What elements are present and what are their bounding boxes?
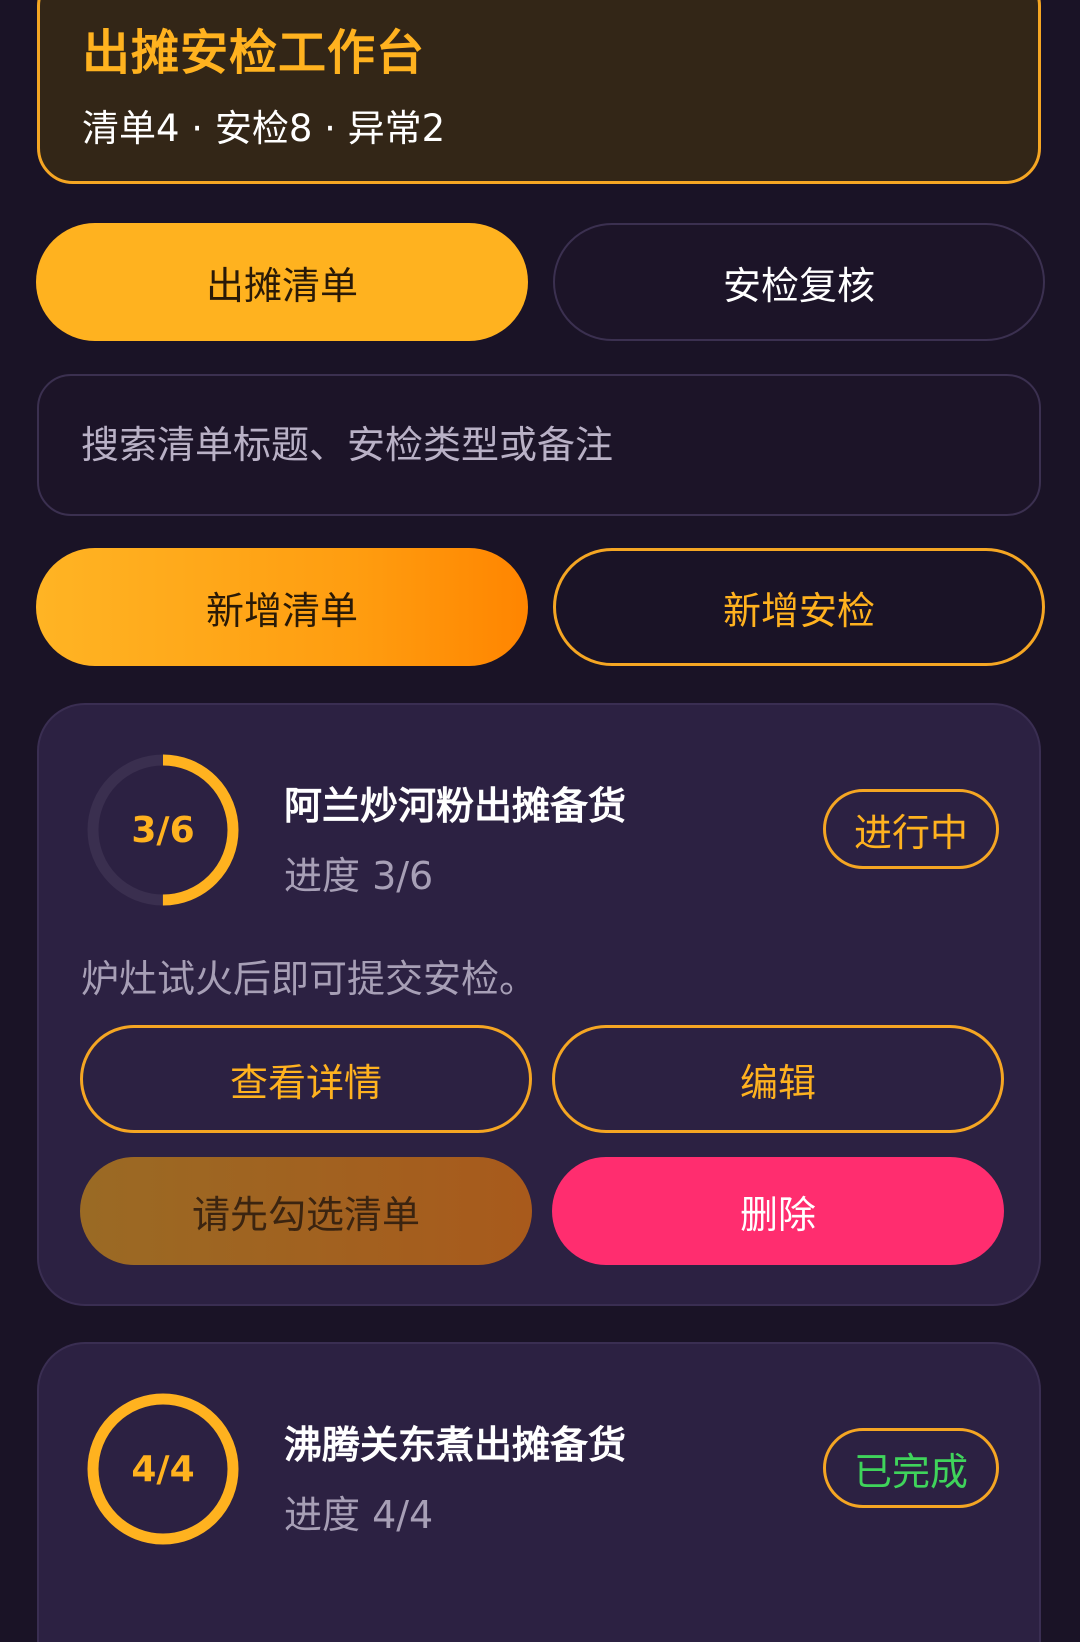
submit-check-button[interactable]: 请先勾选清单 xyxy=(80,1157,532,1265)
search-input[interactable] xyxy=(37,374,1041,516)
tab-stall-list[interactable]: 出摊清单 xyxy=(36,223,528,341)
checklist-card: 4/4 沸腾关东煮出摊备货 进度 4/4 已完成 xyxy=(37,1342,1041,1642)
edit-button[interactable]: 编辑 xyxy=(552,1025,1004,1133)
checklist-card: 3/6 阿兰炒河粉出摊备货 进度 3/6 进行中 炉灶试火后即可提交安检。 查看… xyxy=(37,703,1041,1306)
tab-safety-review[interactable]: 安检复核 xyxy=(553,223,1045,341)
progress-ring-label: 4/4 xyxy=(131,1448,195,1490)
card-note: 炉灶试火后即可提交安检。 xyxy=(81,957,538,1001)
card-title: 阿兰炒河粉出摊备货 xyxy=(284,784,627,828)
delete-button[interactable]: 删除 xyxy=(552,1157,1004,1265)
view-details-button[interactable]: 查看详情 xyxy=(80,1025,532,1133)
status-badge: 进行中 xyxy=(822,789,999,869)
card-progress-text: 进度 3/6 xyxy=(284,854,434,898)
card-progress-text: 进度 4/4 xyxy=(284,1493,434,1537)
card-title: 沸腾关东煮出摊备货 xyxy=(284,1423,627,1467)
page-title: 出摊安检工作台 xyxy=(82,25,426,81)
add-list-button[interactable]: 新增清单 xyxy=(36,548,528,666)
add-check-button[interactable]: 新增安检 xyxy=(553,548,1045,666)
header-card: 出摊安检工作台 清单4 · 安检8 · 异常2 xyxy=(37,0,1041,184)
status-badge: 已完成 xyxy=(822,1428,999,1508)
summary-stats: 清单4 · 安检8 · 异常2 xyxy=(82,107,446,150)
progress-ring-label: 3/6 xyxy=(131,809,195,851)
